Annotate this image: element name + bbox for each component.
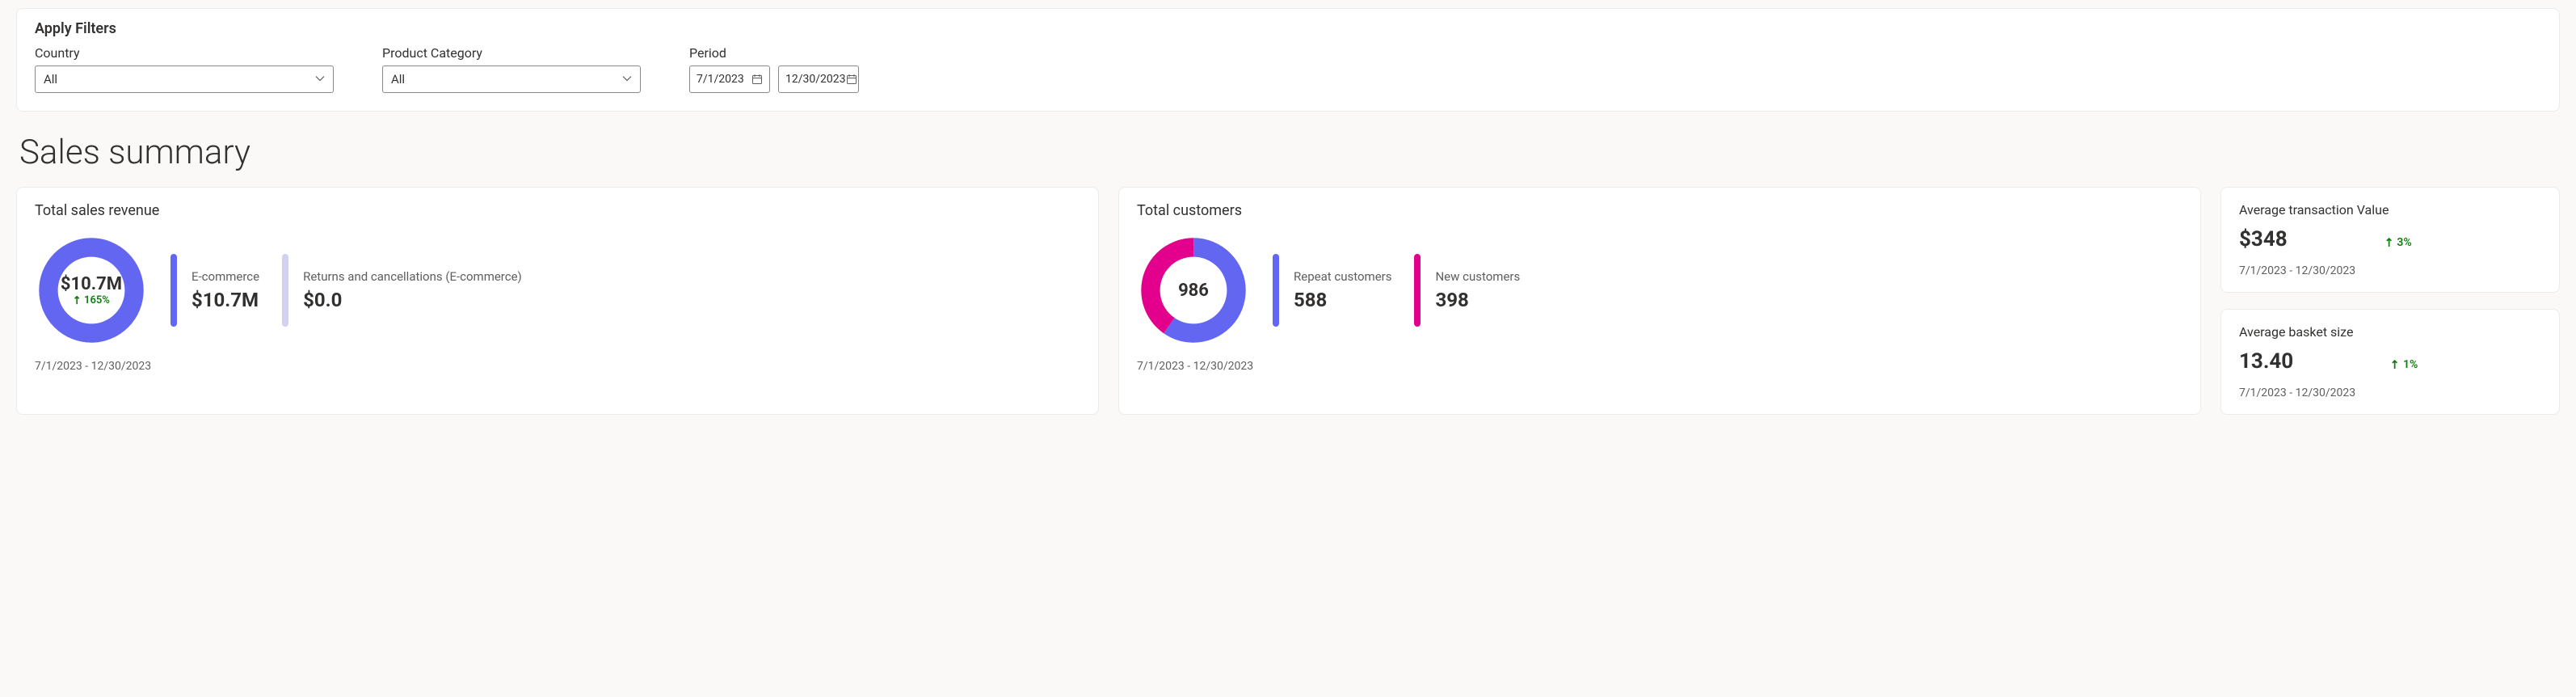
total-sales-revenue-card: Total sales revenue $10.7M ↗ 165% <box>16 187 1099 415</box>
total-sales-center-value: $10.7M <box>61 274 122 294</box>
returns-bar-icon <box>282 254 288 327</box>
new-value: 398 <box>1435 289 1520 311</box>
product-category-select[interactable]: All <box>382 65 641 93</box>
returns-metric: Returns and cancellations (E-commerce) $… <box>282 254 522 327</box>
total-customers-card: Total customers 986 Repe <box>1118 187 2201 415</box>
ecommerce-value: $10.7M <box>192 289 259 311</box>
avg-transaction-value-card: Average transaction Value $348 ↗ 3% 7/1/… <box>2220 187 2560 293</box>
period-end-input[interactable]: 12/30/2023 <box>778 65 859 93</box>
calendar-icon <box>846 74 857 85</box>
repeat-value: 588 <box>1294 289 1391 311</box>
summary-grid: Total sales revenue $10.7M ↗ 165% <box>16 187 2560 415</box>
calendar-icon <box>751 74 763 85</box>
returns-label: Returns and cancellations (E-commerce) <box>303 269 522 284</box>
total-customers-donut: 986 <box>1137 234 1250 347</box>
country-select[interactable]: All <box>35 65 334 93</box>
avg-basket-period: 7/1/2023 - 12/30/2023 <box>2239 387 2541 399</box>
country-select-value: All <box>44 72 57 87</box>
total-sales-delta: ↗ 165% <box>73 294 110 306</box>
total-customers-center-value: 986 <box>1178 281 1209 301</box>
filters-row: Country All Product Category All <box>35 45 2541 93</box>
filters-title: Apply Filters <box>35 20 2541 37</box>
trend-up-icon: ↗ <box>69 293 84 307</box>
returns-value: $0.0 <box>303 289 522 311</box>
chevron-down-icon <box>622 74 632 86</box>
filter-country-group: Country All <box>35 45 334 93</box>
period-inputs: 7/1/2023 12/30/2023 <box>689 65 859 93</box>
page-title: Sales summary <box>19 133 2560 172</box>
filters-panel: Apply Filters Country All Product Catego… <box>16 8 2560 112</box>
avg-basket-delta: ↗ 1% <box>2390 358 2418 371</box>
period-end-value: 12/30/2023 <box>785 73 846 86</box>
trend-up-icon: ↗ <box>2381 234 2397 251</box>
filter-period-label: Period <box>689 45 859 61</box>
filter-product-category-group: Product Category All <box>382 45 641 93</box>
total-customers-title: Total customers <box>1137 202 2182 219</box>
avg-transaction-period: 7/1/2023 - 12/30/2023 <box>2239 264 2541 277</box>
total-customers-metrics: 986 Repeat customers 588 New customers 3… <box>1137 234 2182 347</box>
right-column: Average transaction Value $348 ↗ 3% 7/1/… <box>2220 187 2560 415</box>
total-sales-metrics: $10.7M ↗ 165% E-commerce $10.7M <box>35 234 1080 347</box>
total-customers-period: 7/1/2023 - 12/30/2023 <box>1137 360 2182 373</box>
avg-basket-title: Average basket size <box>2239 324 2541 340</box>
ecommerce-metric: E-commerce $10.7M <box>170 254 259 327</box>
filter-period-group: Period 7/1/2023 12/30/2023 <box>689 45 859 93</box>
total-sales-donut: $10.7M ↗ 165% <box>35 234 148 347</box>
product-category-select-value: All <box>391 72 405 87</box>
new-bar-icon <box>1414 254 1421 327</box>
total-sales-period: 7/1/2023 - 12/30/2023 <box>35 360 1080 373</box>
avg-transaction-delta: ↗ 3% <box>2384 236 2412 249</box>
filter-country-label: Country <box>35 45 334 61</box>
chevron-down-icon <box>315 74 325 86</box>
repeat-label: Repeat customers <box>1294 269 1391 284</box>
ecommerce-label: E-commerce <box>192 269 259 284</box>
period-start-input[interactable]: 7/1/2023 <box>689 65 770 93</box>
avg-transaction-value: $348 <box>2239 227 2288 251</box>
trend-up-icon: ↗ <box>2387 357 2403 373</box>
avg-transaction-title: Average transaction Value <box>2239 202 2541 218</box>
period-start-value: 7/1/2023 <box>697 73 744 86</box>
new-customers-metric: New customers 398 <box>1414 254 1520 327</box>
new-label: New customers <box>1435 269 1520 284</box>
filter-product-category-label: Product Category <box>382 45 641 61</box>
repeat-customers-metric: Repeat customers 588 <box>1273 254 1391 327</box>
avg-basket-value: 13.40 <box>2239 349 2293 374</box>
total-sales-title: Total sales revenue <box>35 202 1080 219</box>
avg-basket-size-card: Average basket size 13.40 ↗ 1% 7/1/2023 … <box>2220 309 2560 415</box>
ecommerce-bar-icon <box>170 254 177 327</box>
repeat-bar-icon <box>1273 254 1279 327</box>
